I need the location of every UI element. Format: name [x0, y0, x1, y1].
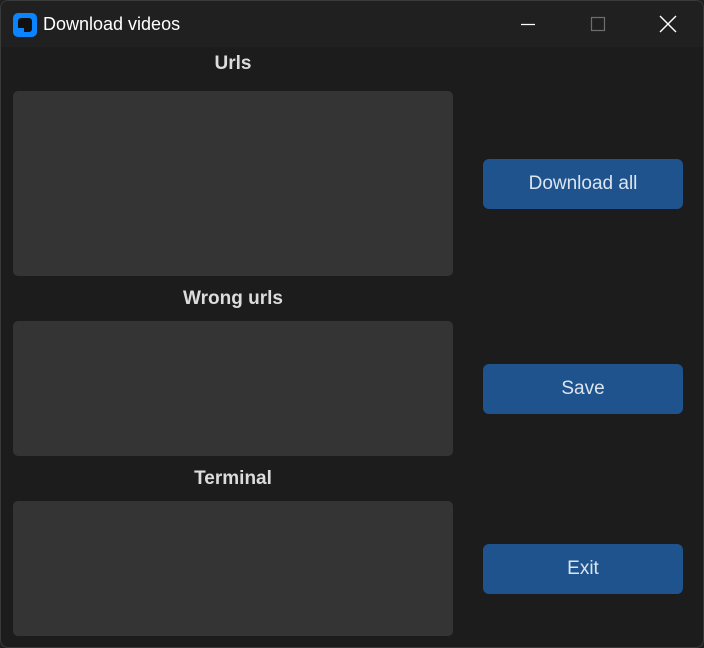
wrong-urls-label: Wrong urls — [183, 288, 283, 309]
close-icon — [659, 15, 677, 33]
terminal-textbox[interactable] — [13, 501, 453, 636]
urls-textbox[interactable] — [13, 91, 453, 276]
window-title: Download videos — [43, 14, 181, 34]
urls-label: Urls — [214, 53, 252, 74]
minimize-icon — [521, 23, 535, 26]
exit-button[interactable]: Exit — [483, 544, 683, 594]
close-button[interactable] — [637, 1, 699, 47]
download-all-button[interactable]: Download all — [483, 159, 683, 209]
minimize-button[interactable] — [497, 1, 559, 47]
maximize-button[interactable] — [567, 1, 629, 47]
title-bar[interactable]: Download videos — [1, 1, 703, 47]
app-window: Download videos Urls Wrong urls Terminal… — [0, 0, 704, 648]
maximize-icon — [590, 16, 606, 32]
wrong-urls-textbox[interactable] — [13, 321, 453, 456]
terminal-label: Terminal — [194, 468, 272, 489]
save-button[interactable]: Save — [483, 364, 683, 414]
app-icon — [13, 13, 37, 37]
